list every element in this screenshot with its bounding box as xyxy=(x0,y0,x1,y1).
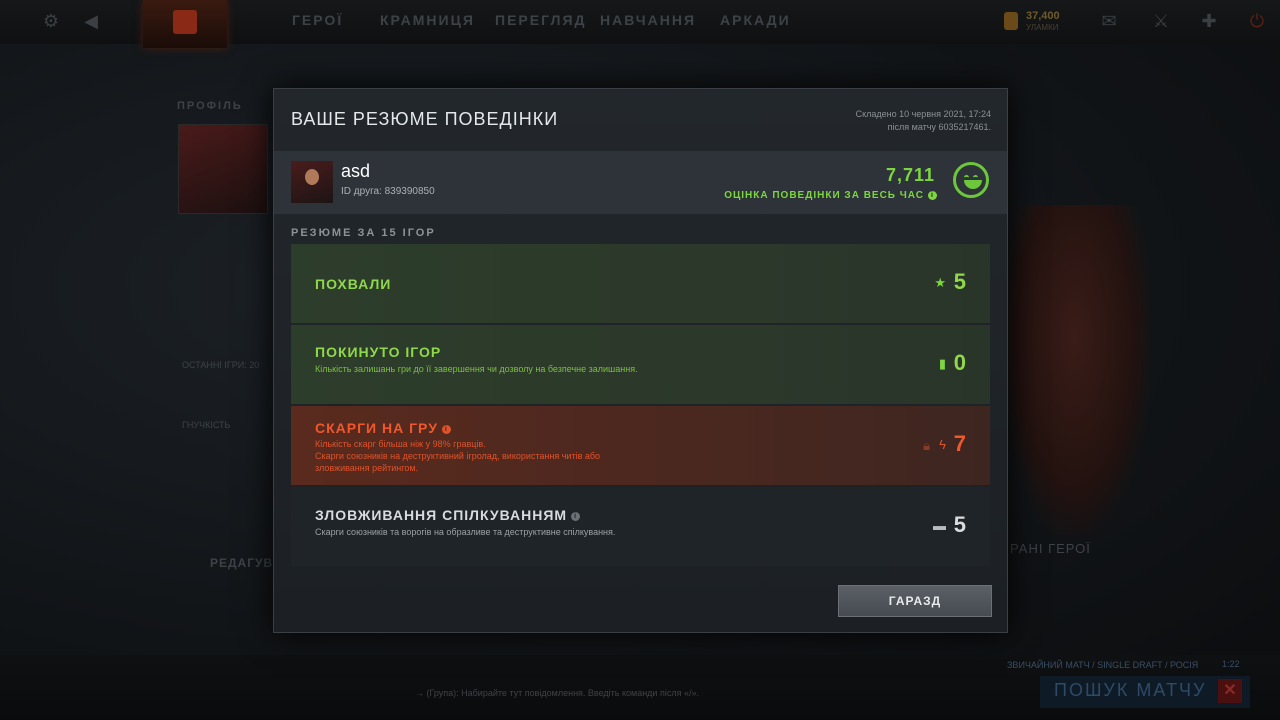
shards-amount: 37,400 xyxy=(1026,10,1060,22)
profile-portrait xyxy=(178,124,268,214)
comms-abuse-desc: Скарги союзників та ворогів на образливе… xyxy=(315,527,616,537)
reports-desc-line2: Скарги союзників на деструктивний ігрола… xyxy=(315,451,601,473)
reports-desc: Кількість скарг більша ніж у 98% гравців… xyxy=(315,438,655,474)
top-bar: ⚙ ◀ ГЕРОЇ КРАМНИЦЯ ПЕРЕГЛЯД НАВЧАННЯ АРК… xyxy=(0,0,1280,48)
dialog-title: ВАШЕ РЕЗЮМЕ ПОВЕДІНКИ xyxy=(291,109,559,129)
abandons-title: ПОКИНУТО ІГОР xyxy=(315,344,442,360)
nav-heroes[interactable]: ГЕРОЇ xyxy=(292,12,343,28)
heroes-label: РАНІ ГЕРОЇ xyxy=(1010,541,1091,556)
lock-icon: 🔒︎ xyxy=(923,438,930,453)
cancel-search-icon[interactable]: ✕ xyxy=(1218,679,1242,703)
info-icon[interactable]: i xyxy=(441,424,451,434)
chat-bubble-icon: ▬ xyxy=(933,518,946,533)
smiley-face-icon xyxy=(953,162,989,198)
ok-button[interactable]: ГАРАЗД xyxy=(838,585,992,617)
avatar xyxy=(291,161,333,203)
abandons-value: 0 xyxy=(953,350,966,375)
comms-abuse-title-text: ЗЛОВЖИВАННЯ СПІЛКУВАННЯМ xyxy=(315,507,568,523)
reports-value: 7 xyxy=(953,431,966,456)
user-summary: asd ID друга: 839390850 7,711 ОЦІНКА ПОВ… xyxy=(274,151,1007,214)
reports-title: СКАРГИ НА ГРУ i xyxy=(315,420,451,436)
reports-desc-line1: Кількість скарг більша ніж у 98% гравців… xyxy=(315,439,486,449)
nav-store[interactable]: КРАМНИЦЯ xyxy=(380,12,475,28)
reports-row: СКАРГИ НА ГРУ i Кількість скарг більша ні… xyxy=(291,406,990,485)
chat-input[interactable]: → (Група): Набирайте тут повідомлення. В… xyxy=(415,688,699,698)
behavior-score: 7,711 xyxy=(885,165,935,185)
door-icon: ▮ xyxy=(938,356,946,371)
info-icon[interactable]: i xyxy=(571,511,581,521)
find-match-label: ПОШУК МАТЧУ xyxy=(1054,680,1207,700)
commends-row: ПОХВАЛИ ★ 5 xyxy=(291,244,990,323)
power-icon[interactable]: ⏻ xyxy=(1246,10,1268,32)
armory-icon[interactable]: ⚔ xyxy=(1150,10,1172,32)
find-match-button[interactable]: ПОШУК МАТЧУ ✕ xyxy=(1040,676,1250,708)
commends-value: 5 xyxy=(953,269,966,294)
mail-icon[interactable]: ✉ xyxy=(1098,10,1120,32)
comms-abuse-title: ЗЛОВЖИВАННЯ СПІЛКУВАННЯМ i xyxy=(315,507,581,523)
commends-title: ПОХВАЛИ xyxy=(315,276,392,292)
logo-mark xyxy=(173,10,197,34)
friend-id: ID друга: 839390850 xyxy=(341,186,435,197)
match-timer: 1:22 xyxy=(1222,659,1240,669)
abandons-row: ПОКИНУТО ІГОР Кількість залишань гри до … xyxy=(291,325,990,404)
nav-arcade[interactable]: АРКАДИ xyxy=(720,12,791,28)
match-mode-label: ЗВИЧАЙНИЙ МАТЧ / SINGLE DRAFT / РОСІЯ xyxy=(1007,660,1199,670)
plus-icon[interactable]: ✚ xyxy=(1198,10,1220,32)
behavior-score-label-text: ОЦІНКА ПОВЕДІНКИ ЗА ВЕСЬ ЧАС xyxy=(724,190,924,201)
behavior-score-label: ОЦІНКА ПОВЕДІНКИ ЗА ВЕСЬ ЧАС i xyxy=(724,190,937,201)
comms-abuse-value: 5 xyxy=(953,512,966,537)
report-date-line2: після матчу 6035217461. xyxy=(887,122,991,132)
gear-icon[interactable]: ⚙ xyxy=(40,10,62,32)
lightning-icon: ϟ xyxy=(939,437,946,452)
hero-model xyxy=(1000,205,1150,535)
last-games-label: ОСТАННІ ІГРИ: 20 xyxy=(182,360,260,370)
behavior-summary-dialog: ВАШЕ РЕЗЮМЕ ПОВЕДІНКИ Складено 10 червня… xyxy=(273,88,1008,633)
user-name: asd xyxy=(341,161,371,181)
nav-learn[interactable]: НАВЧАННЯ xyxy=(600,12,696,28)
report-date: Складено 10 червня 2021, 17:24 після мат… xyxy=(856,108,991,134)
shards-icon xyxy=(1004,12,1018,30)
reports-title-text: СКАРГИ НА ГРУ xyxy=(315,420,438,436)
section-header: РЕЗЮМЕ ЗА 15 ІГОР xyxy=(291,227,436,239)
profile-label: ПРОФІЛЬ xyxy=(177,100,243,112)
abandons-desc: Кількість залишань гри до її завершення … xyxy=(315,364,638,374)
back-arrow-icon[interactable]: ◀ xyxy=(80,10,102,32)
star-icon: ★ xyxy=(934,275,946,290)
nav-watch[interactable]: ПЕРЕГЛЯД xyxy=(495,12,587,28)
shards-label: УЛАМКИ xyxy=(1026,23,1059,32)
flexibility-label: ГНУЧКІСТЬ xyxy=(182,420,231,430)
info-icon[interactable]: i xyxy=(928,190,937,200)
report-date-line1: Складено 10 червня 2021, 17:24 xyxy=(855,109,991,119)
comms-abuse-row: ЗЛОВЖИВАННЯ СПІЛКУВАННЯМ i Скарги союзник… xyxy=(291,487,990,566)
dota-logo[interactable] xyxy=(143,0,227,48)
